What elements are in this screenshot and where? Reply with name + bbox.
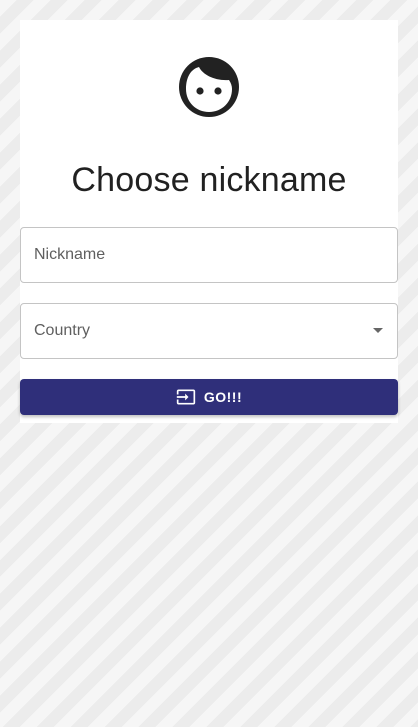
country-select[interactable]: Country bbox=[20, 303, 398, 359]
nickname-field[interactable]: Nickname bbox=[20, 227, 398, 283]
go-button-label: GO!!! bbox=[203, 389, 243, 405]
go-button[interactable]: GO!!! bbox=[20, 379, 398, 415]
page-title: Choose nickname bbox=[71, 161, 347, 199]
nickname-card: Choose nickname Nickname Country GO!!! bbox=[20, 20, 398, 423]
nickname-placeholder: Nickname bbox=[34, 246, 106, 263]
input-icon bbox=[176, 389, 196, 405]
face-icon bbox=[179, 57, 239, 117]
dropdown-arrow-icon[interactable] bbox=[373, 328, 383, 333]
country-placeholder: Country bbox=[34, 322, 91, 339]
